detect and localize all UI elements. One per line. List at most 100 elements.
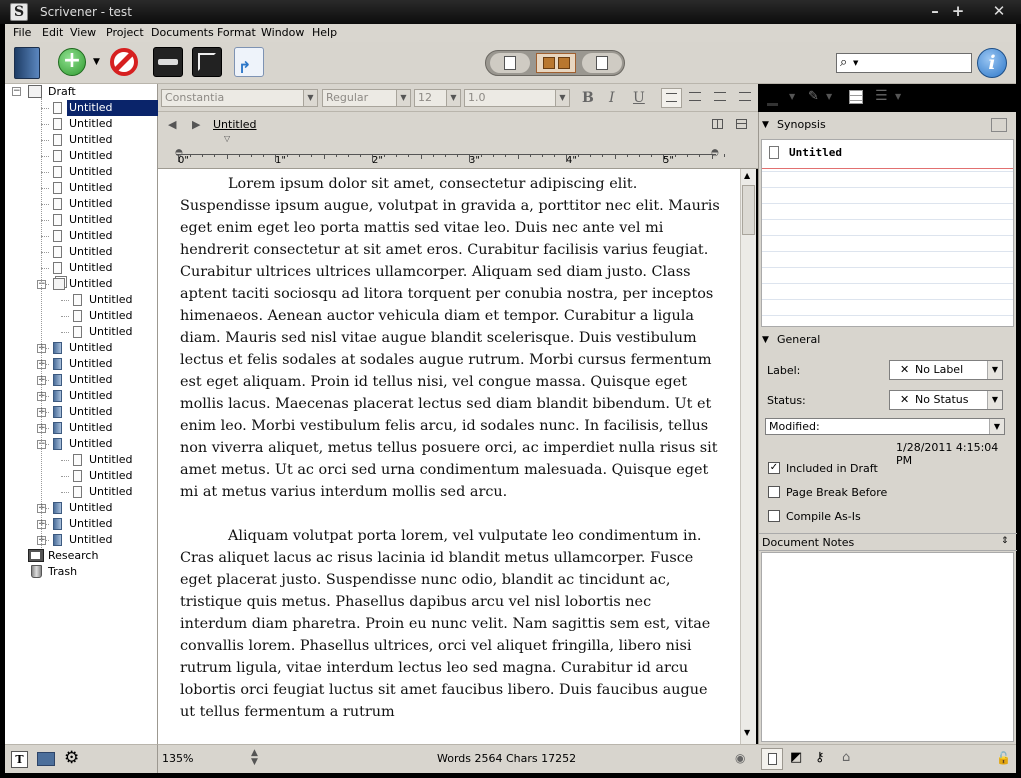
add-dropdown-chevron-icon[interactable]: ▼ <box>93 57 100 67</box>
highlight-icon[interactable]: ✎ <box>808 89 819 104</box>
editor-paragraph-1[interactable]: Lorem ipsum dolor sit amet, consectetur … <box>180 173 722 503</box>
binder-research[interactable]: Research <box>48 549 98 562</box>
text-color-icon[interactable]: A <box>767 88 778 106</box>
search-field[interactable]: ⌕ ▼ <box>836 53 972 73</box>
scroll-down-icon[interactable]: ▼ <box>744 728 750 737</box>
date-type-dropdown-icon[interactable]: ▼ <box>989 419 1004 434</box>
label-dropdown-icon[interactable]: ▼ <box>987 361 1002 379</box>
keywords-icon[interactable] <box>153 47 183 77</box>
full-screen-icon[interactable] <box>192 47 222 77</box>
general-collapse-icon[interactable]: ▼ <box>762 330 769 350</box>
synopsis-title[interactable]: Untitled <box>789 146 842 159</box>
snapshots-tab-icon[interactable]: ⌂ <box>842 750 850 765</box>
minimize-icon[interactable]: – <box>926 4 944 20</box>
scrivener-app-icon[interactable]: S <box>10 3 28 21</box>
lock-icon[interactable]: 🔓 <box>996 751 1011 765</box>
bold-button[interactable]: B <box>582 90 594 106</box>
align-justify-icon[interactable] <box>739 92 751 101</box>
font-size-select[interactable]: 12 ▼ <box>414 89 461 107</box>
editor-text[interactable]: Lorem ipsum dolor sit amet, consectetur … <box>180 173 722 744</box>
binder-draft[interactable]: Draft <box>48 85 76 98</box>
status-select[interactable]: ✕ No Status ▼ <box>889 390 1003 410</box>
editor-paragraph-2[interactable]: Aliquam volutpat porta lorem, vel vulput… <box>180 525 722 723</box>
menu-window[interactable]: Window <box>261 26 304 39</box>
font-family-dropdown-icon[interactable]: ▼ <box>303 90 317 106</box>
font-style-dropdown-icon[interactable]: ▼ <box>396 90 410 106</box>
list-icon[interactable]: ☰ <box>875 88 888 104</box>
menu-project[interactable]: Project <box>106 26 144 39</box>
synopsis-card[interactable]: Untitled <box>761 139 1014 327</box>
right-indent-marker-icon[interactable]: ◓ <box>711 148 719 158</box>
target-icon[interactable]: ◉ <box>735 751 745 765</box>
binder-trash[interactable]: Trash <box>48 565 77 578</box>
general-header[interactable]: ▼ General <box>759 330 1017 350</box>
close-icon[interactable]: ✕ <box>990 4 1008 20</box>
document-notes-area[interactable] <box>761 552 1014 742</box>
new-text-icon[interactable]: T <box>11 751 28 768</box>
compile-as-is-checkbox[interactable] <box>768 510 780 522</box>
ruler[interactable]: 0" 1" 2" 3" 4" 5" ◓ ◓ <box>158 145 758 169</box>
notes-header[interactable]: Document Notes ⇕ <box>759 533 1017 551</box>
underline-button[interactable]: U <box>633 90 645 106</box>
highlight-chevron-icon[interactable]: ▼ <box>826 92 832 101</box>
font-family-select[interactable]: Constantia ▼ <box>161 89 318 107</box>
line-spacing-select[interactable]: 1.0 ▼ <box>464 89 570 107</box>
search-icon[interactable]: ⌕ <box>840 55 847 70</box>
synopsis-image-icon[interactable] <box>991 118 1007 132</box>
italic-button[interactable]: I <box>609 90 615 106</box>
font-style-select[interactable]: Regular ▼ <box>322 89 411 107</box>
align-left-icon[interactable] <box>661 88 682 108</box>
header-menu-chevron-icon[interactable]: ▽ <box>224 134 230 143</box>
navigate-forward-icon[interactable]: ▶ <box>192 118 200 131</box>
binder-toggle-icon[interactable] <box>14 47 40 79</box>
menu-view[interactable]: View <box>70 26 96 39</box>
zoom-level[interactable]: 135% <box>162 752 193 765</box>
inspector-info-icon[interactable]: i <box>977 48 1007 78</box>
synopsis-header[interactable]: ▼ Synopsis <box>759 115 1017 135</box>
included-in-draft-checkbox[interactable]: ✓ <box>768 462 780 474</box>
menu-edit[interactable]: Edit <box>42 26 63 39</box>
corkboard-mode-icon[interactable] <box>536 53 576 73</box>
menu-help[interactable]: Help <box>312 26 337 39</box>
search-input[interactable] <box>863 55 967 71</box>
maximize-icon[interactable]: + <box>949 4 967 20</box>
new-folder-icon[interactable] <box>37 752 55 766</box>
settings-gear-icon[interactable]: ⚙ <box>64 748 79 768</box>
status-dropdown-icon[interactable]: ▼ <box>987 391 1002 409</box>
table-icon[interactable] <box>849 90 863 104</box>
left-indent-marker-icon[interactable]: ◓ <box>175 148 183 158</box>
page-break-before-checkbox[interactable] <box>768 486 780 498</box>
split-vertical-icon[interactable] <box>712 119 723 129</box>
menu-file[interactable]: File <box>13 26 31 39</box>
scrivenings-mode-icon[interactable] <box>490 53 530 73</box>
split-horizontal-icon[interactable] <box>736 119 747 129</box>
editor-text-area[interactable]: Lorem ipsum dolor sit amet, consectetur … <box>158 169 740 744</box>
keywords-tab-icon[interactable]: ⚷ <box>815 750 825 765</box>
synopsis-collapse-icon[interactable]: ▼ <box>762 115 769 135</box>
outliner-mode-icon[interactable] <box>582 53 622 73</box>
text-color-chevron-icon[interactable]: ▼ <box>789 92 795 101</box>
list-chevron-icon[interactable]: ▼ <box>895 92 901 101</box>
draft-collapse-toggle[interactable]: − <box>12 87 21 96</box>
notes-switch-icon[interactable]: ⇕ <box>1001 536 1009 546</box>
navigate-back-icon[interactable]: ◀ <box>168 118 176 131</box>
editor-scrollbar[interactable]: ▲ ▼ <box>740 169 756 744</box>
scroll-thumb[interactable] <box>742 185 755 235</box>
delete-icon[interactable] <box>110 48 138 76</box>
search-options-chevron-icon[interactable]: ▼ <box>853 59 858 67</box>
document-title-link[interactable]: Untitled <box>213 118 257 131</box>
label-select[interactable]: ✕ No Label ▼ <box>889 360 1003 380</box>
line-spacing-dropdown-icon[interactable]: ▼ <box>555 90 569 106</box>
notes-tab-icon[interactable] <box>761 748 783 770</box>
add-document-icon[interactable]: + <box>58 48 86 76</box>
font-size-dropdown-icon[interactable]: ▼ <box>446 90 460 106</box>
compile-icon[interactable]: ↱ <box>234 47 264 77</box>
align-center-icon[interactable] <box>689 92 701 101</box>
date-type-select[interactable]: Modified: ▼ <box>765 418 1005 435</box>
align-right-icon[interactable] <box>714 92 726 101</box>
zoom-stepper-icon[interactable]: ▲ ▼ <box>251 749 258 767</box>
references-tab-icon[interactable]: ◩ <box>790 750 802 765</box>
scroll-up-icon[interactable]: ▲ <box>744 171 750 180</box>
menu-format[interactable]: Format <box>217 26 256 39</box>
menu-documents[interactable]: Documents <box>151 26 214 39</box>
